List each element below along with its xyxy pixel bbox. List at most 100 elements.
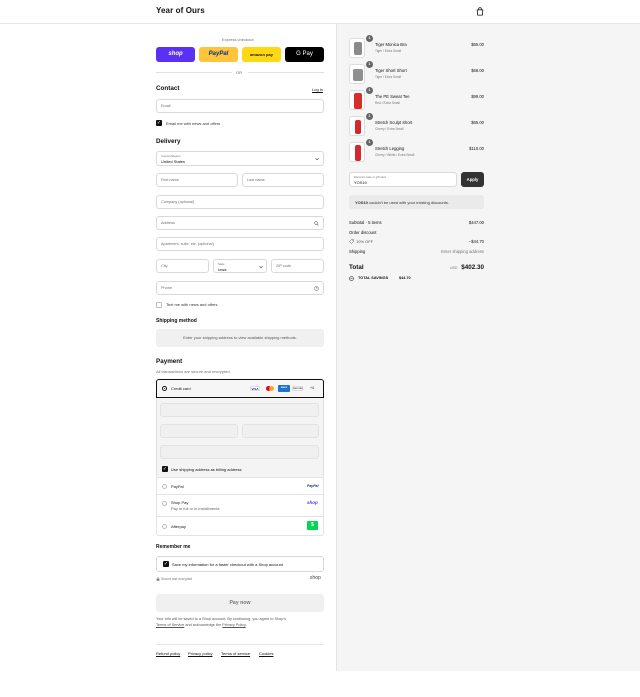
chevron-down-icon [259, 265, 263, 269]
express-checkout-title: Express checkout [222, 37, 254, 42]
shipping-value: Enter shipping address [441, 249, 484, 254]
paypal-option[interactable]: PayPal PayPal [156, 477, 324, 495]
pay-now-button[interactable]: Pay now [156, 594, 324, 612]
quantity-badge: 1 [366, 139, 373, 146]
afterpay-radio[interactable] [162, 524, 167, 529]
apartment-placeholder: Apartment, suite, etc. (optional) [161, 242, 214, 246]
product-image [354, 42, 362, 55]
paypal-express-button[interactable]: PayPal [199, 47, 238, 62]
product-image [354, 93, 362, 109]
terms-of-service-link[interactable]: Terms of Service [156, 623, 184, 627]
sms-checkbox[interactable] [156, 302, 162, 308]
email-field[interactable]: Email [156, 99, 324, 113]
store-name[interactable]: Year of Ours [156, 6, 205, 15]
product-image [355, 145, 361, 161]
help-icon[interactable] [314, 286, 319, 291]
state-select[interactable]: State Iowa [213, 259, 267, 273]
login-link[interactable]: Log in [312, 87, 323, 92]
item-variant: Cherry / Extra Small [375, 127, 404, 131]
item-variant: Red / Extra Small [375, 101, 400, 105]
remember-me-box: ✓ Save my information for a faster check… [156, 556, 324, 572]
item-price: $65.00 [471, 42, 484, 47]
phone-field[interactable]: Phone [156, 281, 324, 295]
zip-field[interactable]: ZIP code [271, 259, 324, 273]
billing-label: Use shipping address as billing address [171, 467, 242, 472]
company-field[interactable]: Company (optional) [156, 195, 324, 209]
lock-icon [156, 577, 160, 581]
paypal-radio[interactable] [162, 484, 167, 489]
item-price: $99.00 [471, 94, 484, 99]
divider [248, 72, 324, 73]
savings-tag-icon [349, 276, 354, 281]
shopping-bag-icon[interactable] [476, 7, 484, 16]
delivery-title: Delivery [156, 138, 181, 145]
apartment-field[interactable]: Apartment, suite, etc. (optional) [156, 237, 324, 251]
card-expiry-field[interactable] [160, 424, 238, 438]
first-name-field[interactable]: First name [156, 173, 238, 187]
tag-icon [349, 239, 354, 244]
address-field[interactable]: Address [156, 216, 324, 230]
country-select[interactable]: Country/Region United States [156, 151, 324, 166]
sms-label: Text me with news and offers [166, 302, 218, 307]
product-thumbnail [349, 116, 365, 136]
address-placeholder: Address [161, 221, 175, 225]
shipping-method-message: Enter your shipping address to view avai… [183, 335, 297, 340]
shop-pay-option[interactable]: Shop Pay Pay in full or in installments … [156, 495, 324, 517]
product-thumbnail [349, 38, 365, 58]
refund-policy-link[interactable]: Refund policy [156, 651, 180, 656]
shipping-label: Shipping [349, 249, 366, 254]
chevron-down-icon [315, 157, 319, 161]
company-placeholder: Company (optional) [161, 200, 195, 204]
terms-of-service-footer-link[interactable]: Terms of service [221, 651, 250, 656]
mastercard-icon [265, 386, 275, 391]
total-savings-label: TOTAL SAVINGS [358, 276, 389, 280]
state-label: State [218, 262, 225, 266]
email-placeholder: Email [161, 104, 171, 108]
google-pay-express-button[interactable]: G Pay [285, 47, 324, 62]
amazon-pay-express-button[interactable]: amazon pay [242, 47, 281, 62]
zip-placeholder: ZIP code [276, 264, 292, 268]
quantity-badge: 1 [366, 113, 373, 120]
total-label: Total [349, 264, 364, 271]
apply-button[interactable]: Apply [461, 172, 484, 187]
credit-card-option[interactable]: Credit card VISA AMEX DISCOVER +4 [156, 379, 324, 398]
card-name-field[interactable] [160, 445, 319, 459]
last-name-placeholder: Last name [247, 178, 265, 182]
billing-checkbox[interactable]: ✓ [162, 466, 168, 472]
shop-pay-label: Shop Pay [171, 500, 189, 505]
save-info-checkbox[interactable]: ✓ [163, 561, 169, 567]
visa-icon: VISA [250, 386, 260, 391]
city-field[interactable]: City [156, 259, 209, 273]
afterpay-label: Afterpay [171, 524, 186, 529]
last-name-field[interactable]: Last name [242, 173, 324, 187]
privacy-policy-footer-link[interactable]: Privacy policy [188, 651, 212, 656]
item-price: $68.00 [471, 68, 484, 73]
item-price: $110.00 [469, 146, 484, 151]
subtotal-value: $447.00 [468, 220, 484, 225]
discount-code-field[interactable]: Discount code or gift card YOS10 [349, 172, 457, 187]
shop-pay-radio[interactable] [162, 501, 167, 506]
shop-pay-express-button[interactable]: shop [156, 47, 195, 62]
paypal-logo: PayPal [307, 484, 319, 488]
item-name: Stretch Legging [375, 146, 405, 151]
product-thumbnail [349, 142, 365, 162]
save-info-label: Save my information for a faster checkou… [172, 562, 283, 567]
card-number-field[interactable] [160, 403, 319, 417]
discount-error-code: YOS10 [355, 199, 368, 205]
privacy-policy-link[interactable]: Privacy Policy [222, 623, 245, 627]
footer-divider [156, 644, 324, 645]
credit-card-radio[interactable] [162, 386, 167, 391]
quantity-badge: 1 [366, 61, 373, 68]
product-thumbnail [349, 64, 365, 84]
quantity-badge: 1 [366, 35, 373, 42]
cookies-link[interactable]: Cookies [259, 651, 273, 656]
item-variant: Tiger / Extra Small [375, 75, 402, 79]
afterpay-option[interactable]: Afterpay $ [156, 517, 324, 536]
card-cvv-field[interactable] [242, 424, 319, 438]
afterpay-logo: $ [307, 521, 318, 530]
contact-title: Contact [156, 85, 180, 92]
remember-me-title: Remember me [156, 544, 191, 550]
news-checkbox[interactable]: ✓ [156, 120, 162, 126]
item-variant: Cherry / White / Extra Small [375, 153, 415, 157]
more-cards: +4 [310, 386, 314, 390]
